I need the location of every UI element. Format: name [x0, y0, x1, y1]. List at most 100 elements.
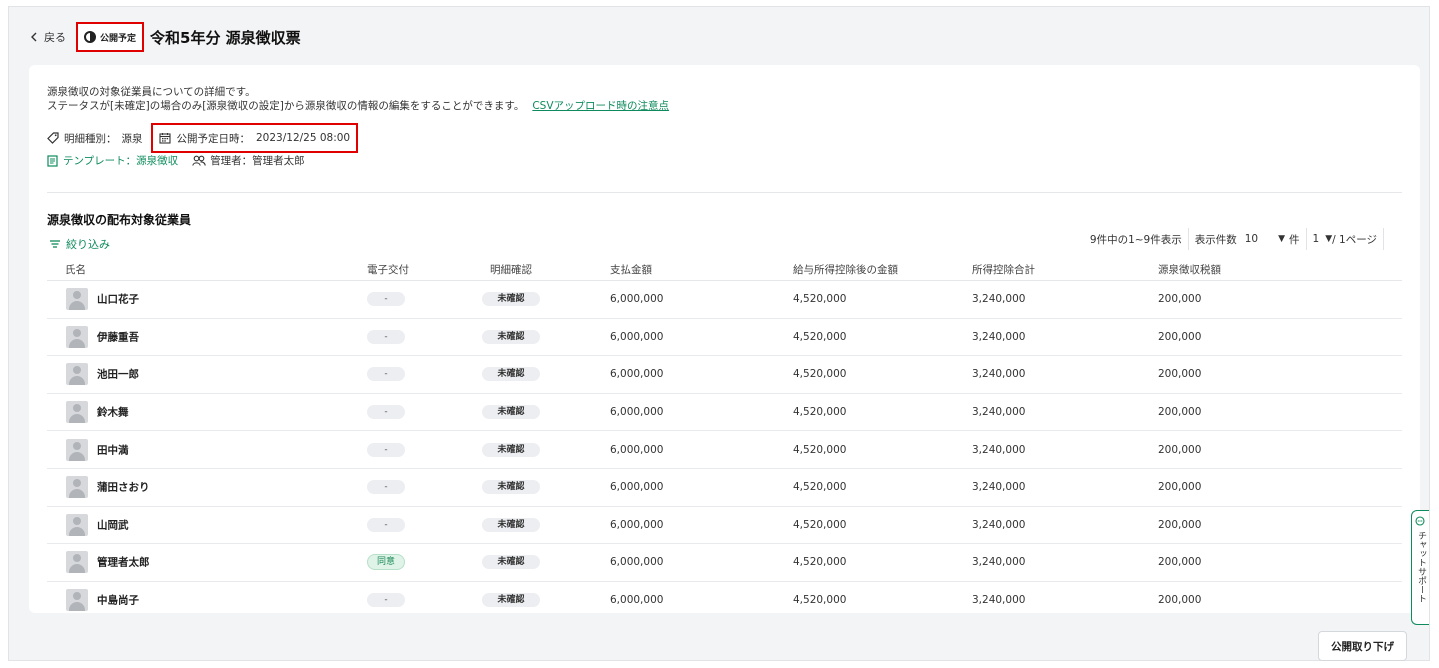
statement-type-label: 明細種別： [64, 132, 117, 145]
chat-support-label: チャットサポート [1416, 531, 1426, 603]
edelivery-cell: - [367, 442, 405, 457]
edelivery-badge: - [367, 367, 405, 382]
col-confirm: 明細確認 [490, 264, 532, 276]
status-badge: 公開予定 [76, 22, 145, 52]
after-cell: 4,520,000 [793, 594, 847, 607]
edelivery-cell: - [367, 292, 405, 307]
caret-down-icon: ▼ [1278, 234, 1286, 244]
employee-name: 伊藤重吾 [97, 331, 139, 344]
document-icon [47, 154, 58, 167]
pay-cell: 6,000,000 [610, 481, 664, 494]
after-cell: 4,520,000 [793, 443, 847, 456]
after-cell: 4,520,000 [793, 481, 847, 494]
after-cell: 4,520,000 [793, 556, 847, 569]
avatar [66, 401, 88, 424]
filter-button[interactable]: 絞り込み [49, 236, 110, 252]
confirm-badge: 未確認 [482, 292, 540, 307]
confirm-badge: 未確認 [482, 555, 540, 570]
employee-name: 鈴木舞 [97, 406, 129, 419]
table-row[interactable]: 山岡武 - 未確認 6,000,000 4,520,000 3,240,000 200,00… [47, 507, 1402, 545]
confirm-cell: 未確認 [482, 593, 540, 608]
section-title: 源泉徴収の配布対象従業員 [47, 213, 192, 227]
confirm-badge: 未確認 [482, 480, 540, 495]
table-row[interactable]: 管理者太郎 同意 未確認 6,000,000 4,520,000 3,240,000 200… [47, 544, 1402, 582]
edelivery-badge: - [367, 480, 405, 495]
page-select[interactable]: 1 ▼ [1313, 233, 1333, 245]
app-frame: 戻る 公開予定 令和5年分 源泉徴収票 源泉徴収の対象従業員についての詳細です。… [8, 6, 1430, 661]
edelivery-badge: - [367, 329, 405, 344]
avatar [66, 589, 88, 612]
filter-icon [50, 240, 60, 248]
avatar [66, 551, 88, 574]
status-label: 公開予定 [100, 33, 137, 44]
meta-row: 明細種別： 源泉 公開予定日時： 2023/12/25 08:00 [47, 123, 359, 153]
employee-name: 山口花子 [97, 293, 139, 306]
table-row[interactable]: 池田一郎 - 未確認 6,000,000 4,520,000 3,240,000 200,0… [47, 356, 1402, 394]
confirm-cell: 未確認 [482, 555, 540, 570]
edelivery-badge: 同意 [367, 554, 405, 571]
chat-support-tab[interactable]: チャットサポート [1411, 510, 1429, 625]
per-page-unit: 件 [1289, 233, 1300, 246]
deduct-cell: 3,240,000 [972, 518, 1026, 531]
avatar [66, 325, 88, 348]
page-suffix: / 1ページ [1332, 233, 1377, 246]
confirm-badge: 未確認 [482, 367, 540, 382]
table-row[interactable]: 伊藤重吾 - 未確認 6,000,000 4,520,000 3,240,000 200,0… [47, 319, 1402, 357]
confirm-cell: 未確認 [482, 517, 540, 532]
detail-card: 源泉徴収の対象従業員についての詳細です。 ステータスが[未確定]の場合のみ[源泉… [29, 65, 1420, 613]
caret-down-icon: ▼ [1325, 234, 1333, 244]
deduct-cell: 3,240,000 [972, 481, 1026, 494]
edelivery-badge: - [367, 405, 405, 420]
confirm-cell: 未確認 [482, 442, 540, 457]
after-cell: 4,520,000 [793, 518, 847, 531]
description: 源泉徴収の対象従業員についての詳細です。 ステータスが[未確定]の場合のみ[源泉… [47, 85, 669, 113]
table-row[interactable]: 山口花子 - 未確認 6,000,000 4,520,000 3,240,000 200,0… [47, 281, 1402, 319]
edelivery-badge: - [367, 292, 405, 307]
employee-name: 蒲田さおり [97, 481, 150, 494]
tax-cell: 200,000 [1158, 518, 1202, 531]
manager-label: 管理者：管理者太郎 [210, 155, 305, 167]
tax-cell: 200,000 [1158, 406, 1202, 419]
per-page-value: 10 [1244, 233, 1259, 245]
table-row[interactable]: 鈴木舞 - 未確認 6,000,000 4,520,000 3,240,000 200,00… [47, 394, 1402, 432]
confirm-badge: 未確認 [482, 329, 540, 344]
back-button[interactable]: 戻る [29, 29, 66, 45]
template-link[interactable]: テンプレート：源泉徴収 [47, 153, 178, 168]
table-row[interactable]: 蒲田さおり - 未確認 6,000,000 4,520,000 3,240,000 200,… [47, 469, 1402, 507]
pay-cell: 6,000,000 [610, 293, 664, 306]
pager-divider [1305, 228, 1307, 250]
pager-divider [1383, 228, 1384, 250]
page-value: 1 [1312, 233, 1320, 245]
edelivery-badge: - [367, 593, 405, 608]
divider [47, 192, 1402, 193]
back-label: 戻る [44, 31, 66, 44]
table-body: 山口花子 - 未確認 6,000,000 4,520,000 3,240,000 200,0… [47, 281, 1402, 613]
col-after-deduction: 給与所得控除後の金額 [793, 264, 898, 276]
avatar [66, 476, 88, 499]
template-label: テンプレート：源泉徴収 [63, 155, 179, 167]
after-cell: 4,520,000 [793, 330, 847, 343]
chevron-left-icon [31, 32, 37, 42]
avatar [66, 513, 88, 536]
table-row[interactable]: 田中満 - 未確認 6,000,000 4,520,000 3,240,000 200,00… [47, 431, 1402, 469]
chat-bubble-icon [1415, 516, 1425, 526]
pager-divider [1187, 228, 1189, 250]
edelivery-cell: - [367, 593, 405, 608]
per-page-select[interactable]: 10 ▼ [1245, 233, 1285, 245]
confirm-badge: 未確認 [482, 405, 540, 420]
table-row[interactable]: 中島尚子 - 未確認 6,000,000 4,520,000 3,240,000 200,0… [47, 582, 1402, 613]
pay-cell: 6,000,000 [610, 330, 664, 343]
csv-notes-link[interactable]: CSVアップロード時の注意点 [532, 100, 669, 112]
pay-cell: 6,000,000 [610, 518, 664, 531]
col-withholding-tax: 源泉徴収税額 [1158, 264, 1221, 276]
confirm-badge: 未確認 [482, 442, 540, 457]
unpublish-button[interactable]: 公開取り下げ [1318, 631, 1407, 661]
page-header: 戻る 公開予定 令和5年分 源泉徴収票 [29, 21, 301, 53]
meta-row-2: テンプレート：源泉徴収 管理者：管理者太郎 [47, 153, 305, 168]
description-line-2: ステータスが[未確定]の場合のみ[源泉徴収の設定]から源泉徴収の情報の編集をする… [47, 99, 669, 113]
pagination: 9件中の1~9件表示 表示件数 10 ▼ 件 1 ▼ / 1ページ [1090, 227, 1390, 251]
confirm-cell: 未確認 [482, 367, 540, 382]
employee-name: 田中満 [97, 444, 129, 457]
pay-cell: 6,000,000 [610, 594, 664, 607]
confirm-cell: 未確認 [482, 405, 540, 420]
